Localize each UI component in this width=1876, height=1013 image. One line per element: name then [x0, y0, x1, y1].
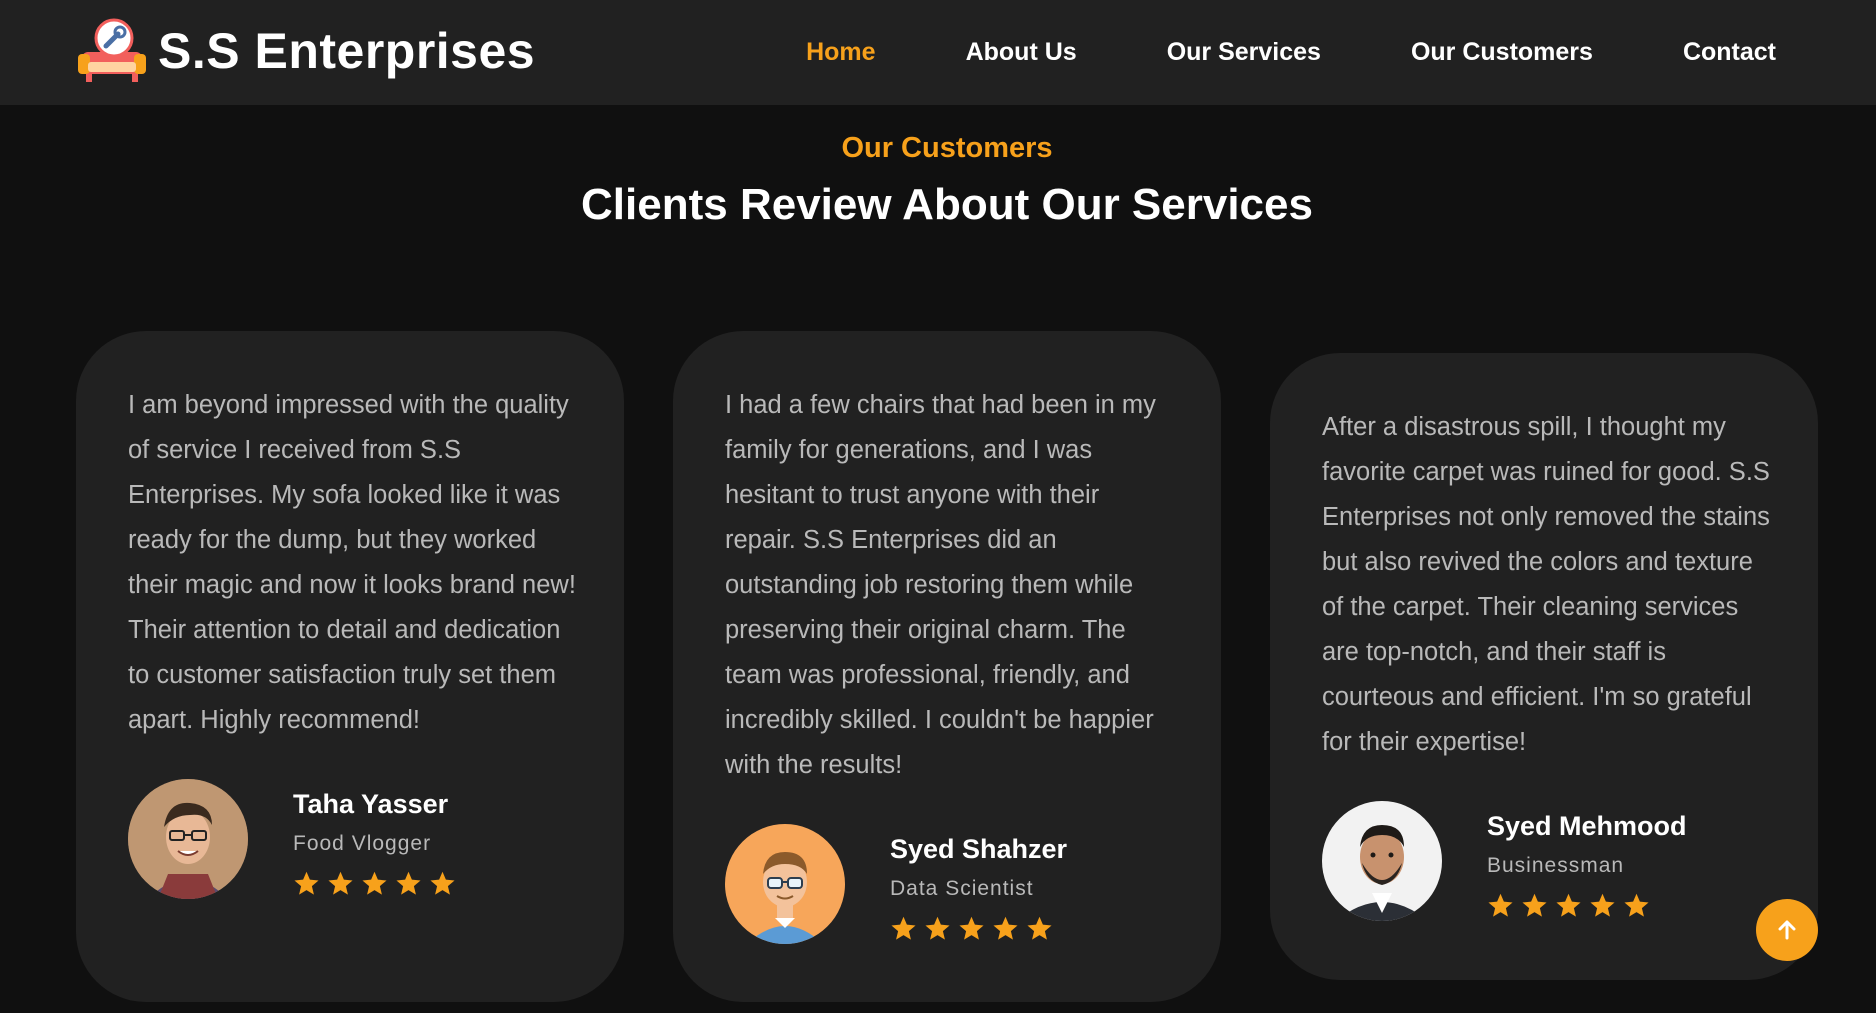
- review-card: I am beyond impressed with the quality o…: [76, 331, 624, 1002]
- brand-name: S.S Enterprises: [158, 23, 536, 79]
- review-author: Taha Yasser Food Vlogger: [128, 779, 572, 899]
- author-info: Syed Mehmood Businessman: [1487, 801, 1687, 919]
- star-icon: [328, 871, 353, 895]
- author-info: Syed Shahzer Data Scientist: [890, 824, 1067, 942]
- star-rating: [293, 870, 463, 897]
- star-icon: [1556, 893, 1581, 917]
- author-name: Syed Shahzer: [890, 834, 1068, 864]
- section-title: Clients Review About Our Services: [581, 180, 1313, 229]
- star-icon: [1027, 916, 1052, 940]
- review-author: Syed Mehmood Businessman: [1322, 801, 1766, 921]
- avatar: [1322, 801, 1442, 921]
- author-info: Taha Yasser Food Vlogger: [293, 779, 463, 897]
- section-tag: Our Customers: [841, 132, 1053, 164]
- author-name: Syed Mehmood: [1487, 811, 1687, 841]
- nav-home[interactable]: Home: [806, 38, 875, 67]
- star-icon: [1624, 893, 1649, 917]
- review-text: I had a few chairs that had been in my f…: [725, 391, 1156, 779]
- star-icon: [362, 871, 387, 895]
- star-icon: [396, 871, 421, 895]
- star-rating: [890, 915, 1067, 942]
- nav-our-services[interactable]: Our Services: [1167, 38, 1321, 67]
- star-icon: [1522, 893, 1547, 917]
- star-icon: [1488, 893, 1513, 917]
- star-icon: [925, 916, 950, 940]
- review-text: After a disastrous spill, I thought my f…: [1322, 413, 1770, 756]
- author-role: Data Scientist: [890, 877, 1034, 900]
- star-icon: [959, 916, 984, 940]
- brand[interactable]: S.S Enterprises: [76, 16, 535, 86]
- review-author: Syed Shahzer Data Scientist: [725, 824, 1169, 944]
- star-icon: [294, 871, 319, 895]
- star-icon: [1590, 893, 1615, 917]
- star-icon: [430, 871, 455, 895]
- nav-our-customers[interactable]: Our Customers: [1411, 38, 1593, 67]
- review-text: I am beyond impressed with the quality o…: [128, 391, 576, 734]
- avatar: [725, 824, 845, 944]
- author-role: Businessman: [1487, 854, 1625, 877]
- navbar: S.S Enterprises Home About Us Our Servic…: [0, 0, 1876, 105]
- main-nav: Home About Us Our Services Our Customers…: [716, 0, 1776, 105]
- star-icon: [891, 916, 916, 940]
- nav-contact[interactable]: Contact: [1683, 38, 1776, 67]
- star-rating: [1487, 892, 1687, 919]
- arrow-up-icon: [1778, 920, 1796, 940]
- avatar: [128, 779, 248, 899]
- author-role: Food Vlogger: [293, 832, 432, 855]
- review-card: After a disastrous spill, I thought my f…: [1270, 353, 1818, 980]
- nav-about-us[interactable]: About Us: [966, 38, 1077, 67]
- sofa-repair-icon: [78, 18, 146, 82]
- star-icon: [993, 916, 1018, 940]
- scroll-to-top-button[interactable]: [1756, 899, 1818, 961]
- review-card: I had a few chairs that had been in my f…: [673, 331, 1221, 1002]
- author-name: Taha Yasser: [293, 789, 449, 819]
